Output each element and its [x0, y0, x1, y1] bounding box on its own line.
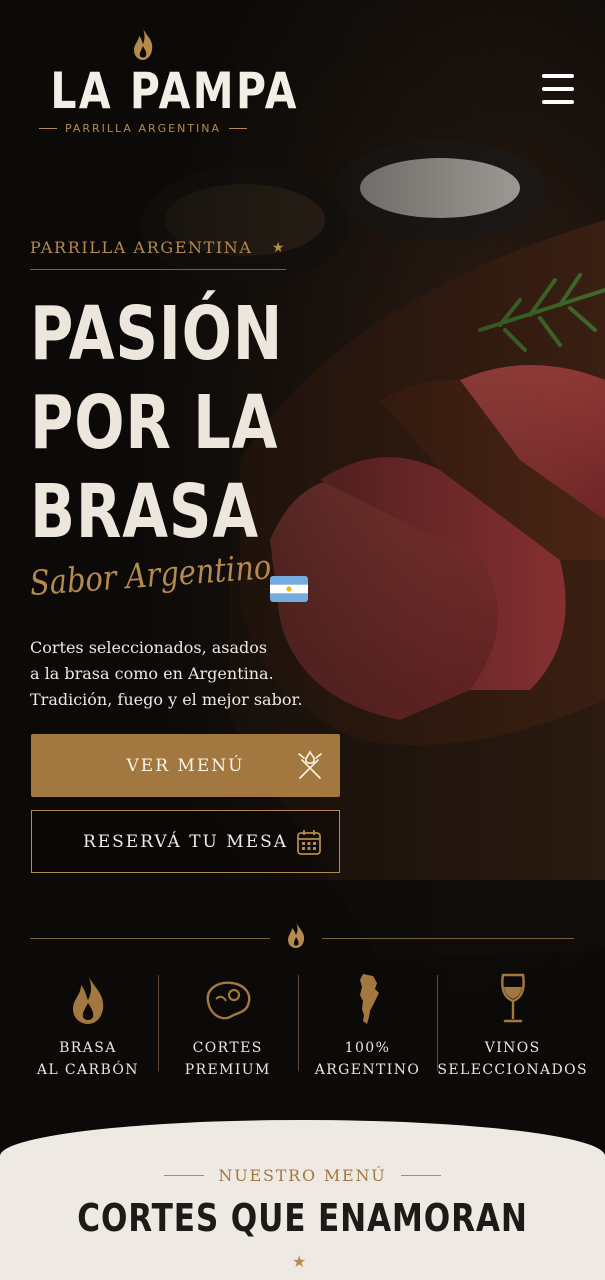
hero-eyebrow: PARRILLA ARGENTINA ★ [30, 238, 286, 257]
feature-label-line: PREMIUM [184, 1062, 271, 1078]
hero-title-line: BRASA [30, 469, 259, 555]
hero-description: Cortes seleccionados, asados a la brasa … [30, 635, 310, 713]
brand-tagline-text: PARRILLA ARGENTINA [64, 122, 222, 135]
feature-label: VINOS SELECCIONADOS [437, 1037, 588, 1081]
reserve-table-label: RESERVÁ TU MESA [82, 831, 289, 852]
feature-label: BRASA AL CARBÓN [18, 1037, 158, 1081]
flame-icon [72, 975, 104, 1024]
reserve-table-button[interactable]: RESERVÁ TU MESA [31, 810, 340, 873]
brand-logo[interactable]: LA PAMPA PARRILLA ARGENTINA [30, 26, 299, 135]
wine-glass-icon [500, 973, 525, 1023]
grill-fork-icon [298, 750, 322, 779]
eyebrow-divider [30, 269, 286, 270]
hero-title-line: PASIÓN [30, 291, 284, 377]
brand-name: LA PAMPA [50, 62, 299, 120]
menu-section-eyebrow-text: NUESTRO MENÚ [218, 1166, 387, 1185]
site-header: LA PAMPA PARRILLA ARGENTINA [0, 0, 605, 160]
flame-icon [134, 28, 153, 60]
feature-item: BRASA AL CARBÓN [18, 965, 158, 1078]
star-icon: ★ [271, 239, 286, 256]
calendar-icon [297, 830, 321, 855]
view-menu-label: VER MENÚ [126, 755, 245, 776]
argentina-flag-icon [270, 576, 308, 602]
hero-description-line: Cortes seleccionados, asados [30, 638, 268, 657]
view-menu-button[interactable]: VER MENÚ [31, 734, 340, 797]
star-icon: ★ [292, 1252, 307, 1271]
feature-label-line: CORTES [192, 1040, 263, 1056]
feature-item: VINOS SELECCIONADOS [437, 965, 588, 1078]
hamburger-menu-icon[interactable] [538, 72, 578, 106]
feature-label-line: 100% [344, 1040, 391, 1056]
steak-icon [206, 981, 251, 1020]
features-row: BRASA AL CARBÓN CORTES PREMIUM 100% ARGE… [18, 965, 588, 1078]
argentina-map-icon [360, 974, 380, 1024]
feature-item: 100% ARGENTINO [297, 965, 438, 1078]
brand-tagline: PARRILLA ARGENTINA [30, 122, 256, 135]
hero-title-line: POR LA [30, 380, 279, 466]
feature-label-line: SELECCIONADOS [437, 1062, 589, 1078]
section-divider [322, 938, 574, 939]
menu-section: NUESTRO MENÚ CORTES QUE ENAMORAN ★ [0, 1120, 605, 1280]
feature-label: CORTES PREMIUM [158, 1037, 298, 1081]
menu-section-title: CORTES QUE ENAMORAN [77, 1196, 528, 1240]
feature-label-line: BRASA [59, 1040, 117, 1056]
hero-title: PASIÓN POR LA BRASA [30, 290, 284, 557]
hero-eyebrow-text: PARRILLA ARGENTINA [30, 238, 253, 257]
feature-item: CORTES PREMIUM [157, 965, 298, 1078]
hero-description-line: a la brasa como en Argentina. [30, 664, 274, 683]
section-divider [30, 938, 270, 939]
flame-icon [288, 922, 305, 948]
menu-section-eyebrow: NUESTRO MENÚ [0, 1166, 605, 1185]
hero-description-line: Tradición, fuego y el mejor sabor. [30, 690, 303, 709]
feature-label-line: AL CARBÓN [36, 1062, 139, 1078]
feature-label-line: ARGENTINO [314, 1062, 421, 1078]
feature-label: 100% ARGENTINO [298, 1037, 438, 1081]
feature-label-line: VINOS [484, 1040, 541, 1056]
